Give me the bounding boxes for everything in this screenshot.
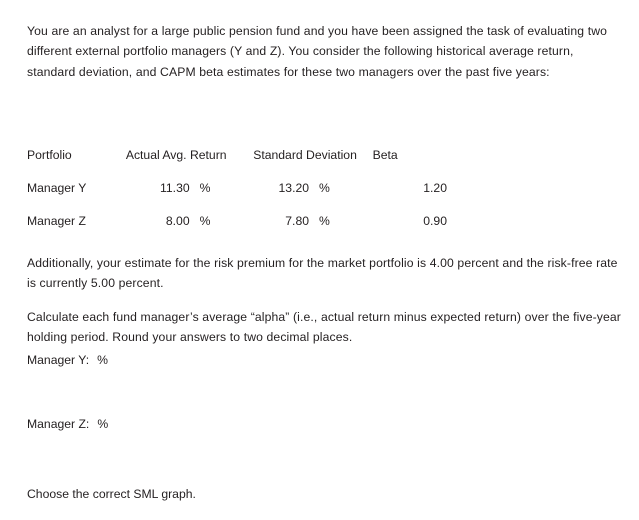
row-label-manager-y: Manager Y <box>27 180 87 195</box>
cell-manager-y-standard-deviation-unit: % <box>319 180 330 195</box>
cell-manager-z-actual-return: 8.00 <box>165 213 190 228</box>
cell-manager-z-beta: 0.90 <box>423 213 447 228</box>
cell-manager-y-beta: 1.20 <box>423 180 447 195</box>
answer-row-manager-z: Manager Z:% <box>27 415 108 433</box>
cell-manager-z-actual-return-unit: % <box>199 213 211 228</box>
cell-manager-y-actual-return-unit: % <box>199 180 211 195</box>
header-actual-avg-return: Actual Avg. Return <box>125 147 227 162</box>
table-header-row: Portfolio Actual Avg. Return Standard De… <box>27 138 447 171</box>
table-row: Manager Z 8.00 % 7.80 % 0.90 <box>27 204 447 237</box>
cell-manager-z-standard-deviation: 7.80 <box>285 213 310 228</box>
header-portfolio: Portfolio <box>27 147 72 162</box>
header-standard-deviation: Standard Deviation <box>253 147 357 162</box>
answer-label-manager-y: Manager Y: <box>27 353 90 367</box>
risk-premium-paragraph: Additionally, your estimate for the risk… <box>27 256 618 291</box>
table-row: Manager Y 11.30 % 13.20 % 1.20 <box>27 171 447 204</box>
header-beta: Beta <box>372 147 398 162</box>
calculate-alpha-paragraph: Calculate each fund manager’s average “a… <box>27 310 621 345</box>
row-label-manager-z: Manager Z <box>27 213 86 228</box>
answer-unit-manager-z: % <box>97 417 109 431</box>
answer-row-manager-y: Manager Y:% <box>27 351 108 369</box>
document-page: You are an analyst for a large public pe… <box>0 0 639 520</box>
cell-manager-z-standard-deviation-unit: % <box>319 213 330 228</box>
choose-sml-graph-prompt: Choose the correct SML graph. <box>27 487 196 501</box>
intro-paragraph: You are an analyst for a large public pe… <box>27 24 608 79</box>
cell-manager-y-standard-deviation: 13.20 <box>278 180 310 195</box>
answer-label-manager-z: Manager Z: <box>27 417 90 431</box>
answer-unit-manager-y: % <box>97 353 108 367</box>
cell-manager-y-actual-return: 11.30 <box>160 180 190 195</box>
portfolio-data-table: Portfolio Actual Avg. Return Standard De… <box>27 138 447 237</box>
